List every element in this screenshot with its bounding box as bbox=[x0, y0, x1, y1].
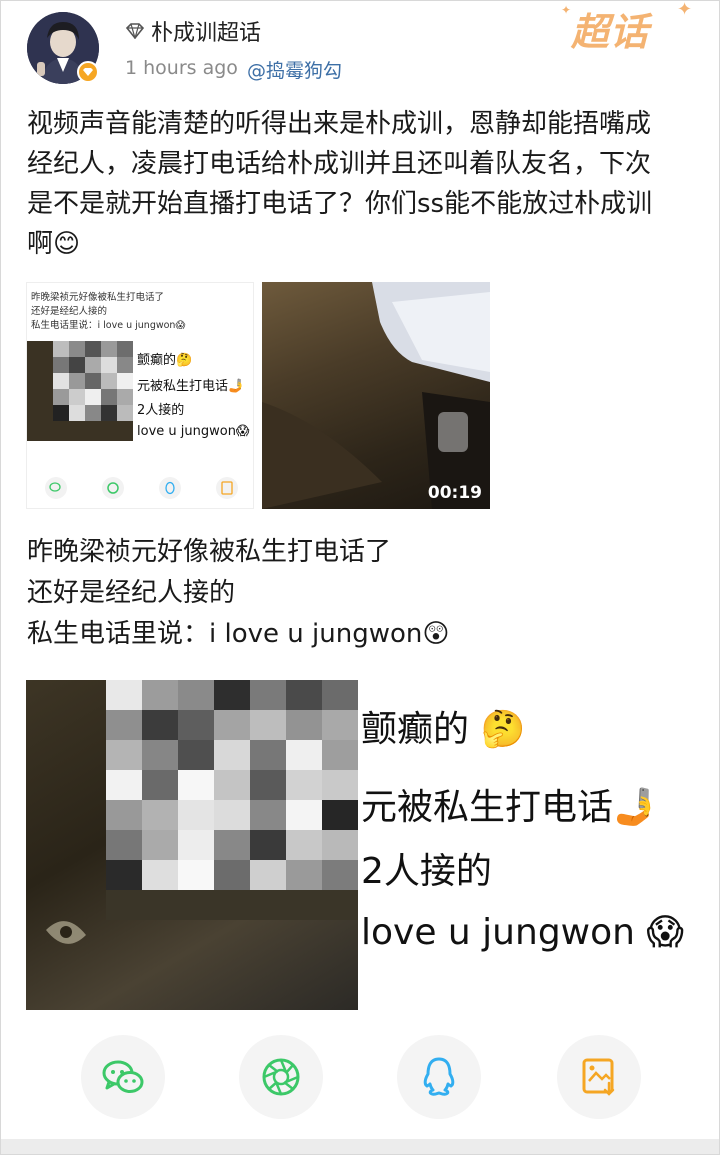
bottom-divider bbox=[1, 1139, 719, 1154]
image-caption: 昨晚梁祯元好像被私生打电话了 还好是经纪人接的 私生电话里说：i love u … bbox=[27, 532, 699, 655]
timestamp: 1 hours ago bbox=[125, 57, 238, 79]
vip-badge-icon bbox=[77, 61, 99, 83]
wechat-icon bbox=[102, 1060, 144, 1093]
sparkle-icon: ✦ bbox=[561, 3, 572, 17]
post-body: 视频声音能清楚的听得出来是朴成训，恩静却能捂嘴成 经纪人，凌晨打电话给朴成训并且… bbox=[27, 104, 699, 264]
moments-share-button[interactable] bbox=[239, 1035, 323, 1119]
qq-share-button[interactable] bbox=[397, 1035, 481, 1119]
cropped-screenshot-image[interactable]: 颤癫的 🤔 元被私生打电话🤳 2人接的 love u jungwon 😱 bbox=[26, 680, 694, 1010]
wechat-share-button[interactable] bbox=[81, 1035, 165, 1119]
diamond-icon bbox=[125, 23, 145, 39]
image-overlay-line: 元被私生打电话🤳 bbox=[361, 787, 658, 828]
post-line: 啊😊 bbox=[27, 229, 81, 259]
qq-icon bbox=[423, 1057, 455, 1096]
mention-link[interactable]: @捣霉狗勾 bbox=[247, 56, 342, 83]
thumb-overlay-line: love u jungwon😱 bbox=[137, 424, 250, 439]
thumb-overlay-line: 元被私生打电话🤳 bbox=[137, 379, 245, 394]
post-line: 视频声音能清楚的听得出来是朴成训，恩静却能捂嘴成 bbox=[27, 109, 652, 139]
wechat-icon bbox=[44, 477, 67, 499]
qq-icon bbox=[158, 477, 181, 499]
caption-line: 昨晚梁祯元好像被私生打电话了 bbox=[27, 537, 392, 567]
moments-icon bbox=[101, 477, 124, 499]
moments-icon bbox=[262, 1058, 300, 1096]
video-thumbnail[interactable]: 00:19 bbox=[262, 282, 490, 509]
video-frame bbox=[262, 282, 490, 509]
thumb-share-row bbox=[27, 468, 253, 508]
share-bar bbox=[1, 1031, 719, 1121]
username[interactable]: 朴成训超话 bbox=[151, 15, 261, 47]
thumb-caption-line: 私生电话里说：i love u jungwon😱 bbox=[31, 320, 186, 331]
supertopic-logo[interactable]: 超话 bbox=[571, 1, 649, 56]
post-line: 是不是就开始直播打电话了？你们ss能不能放过朴成训 bbox=[27, 189, 653, 219]
pixelated-image bbox=[27, 341, 133, 441]
pixelated-image bbox=[106, 680, 358, 920]
screenshot-thumbnail[interactable]: 昨晚梁祯元好像被私生打电话了 还好是经纪人接的 私生电话里说：i love u … bbox=[26, 282, 254, 509]
caption-line: 还好是经纪人接的 bbox=[27, 578, 236, 608]
image-overlay-line: love u jungwon 😱 bbox=[361, 912, 684, 953]
thumb-overlay-line: 颤癫的🤔 bbox=[137, 353, 193, 368]
post-line: 经纪人，凌晨打电话给朴成训并且还叫着队友名，下次 bbox=[27, 149, 652, 179]
fabric-pattern bbox=[46, 921, 86, 944]
sparkle-icon: ✦ bbox=[677, 0, 693, 20]
video-duration: 00:19 bbox=[427, 483, 482, 503]
save-image-button[interactable] bbox=[557, 1035, 641, 1119]
thumb-overlay-line: 2人接的 bbox=[137, 403, 185, 418]
thumb-caption-line: 还好是经纪人接的 bbox=[31, 306, 108, 317]
caption-line: 私生电话里说：i love u jungwon😲 bbox=[27, 619, 450, 649]
thumb-caption-line: 昨晚梁祯元好像被私生打电话了 bbox=[31, 292, 165, 303]
save-image-icon bbox=[582, 1058, 615, 1096]
image-overlay-line: 2人接的 bbox=[361, 851, 492, 892]
image-overlay-line: 颤癫的 🤔 bbox=[361, 709, 526, 750]
weibo-post: 朴成训超话 1 hours ago @捣霉狗勾 超话 ✦ ✦ 视频声音能清楚的听… bbox=[0, 0, 720, 1155]
save-icon bbox=[215, 477, 238, 499]
